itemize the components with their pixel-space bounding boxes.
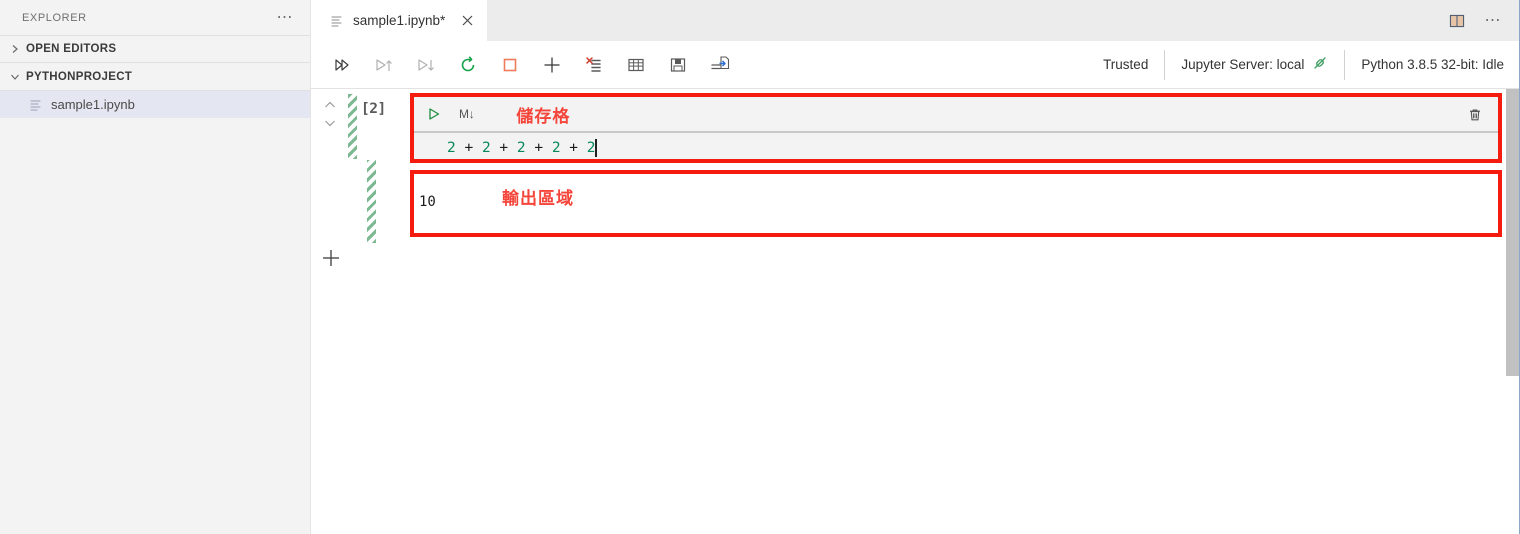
connected-plug-icon	[1312, 55, 1328, 74]
notebook-body: [2] M↓ 儲存格 2 + 2 + 2 + 2 + 2 10 輸出區域	[311, 89, 1520, 534]
explorer-header: EXPLORER ⋯	[0, 0, 310, 35]
notebook-toolbar-buttons	[311, 52, 733, 78]
chevron-right-icon	[6, 40, 24, 58]
tab-bar: sample1.ipynb* ⋯	[311, 0, 1520, 41]
kernel-label: Python 3.8.5 32-bit: Idle	[1361, 57, 1504, 72]
interrupt-kernel-button[interactable]	[497, 52, 523, 78]
chevron-down-icon[interactable]	[323, 114, 337, 132]
code-token: +	[455, 140, 482, 156]
restart-kernel-button[interactable]	[455, 52, 481, 78]
play-triangle-icon[interactable]	[423, 103, 445, 125]
split-editor-icon[interactable]	[1447, 11, 1467, 31]
output-region[interactable]: 10 輸出區域	[410, 170, 1502, 237]
code-token: 2	[586, 140, 596, 156]
ellipsis-icon[interactable]: ⋯	[277, 9, 299, 25]
run-above-button[interactable]	[371, 52, 397, 78]
code-token: 2	[481, 140, 491, 156]
tab-sample1-ipynb[interactable]: sample1.ipynb*	[311, 0, 488, 41]
vertical-scrollbar[interactable]	[1506, 89, 1520, 534]
execution-count-label: [2]	[361, 101, 386, 117]
jupyter-server-label: Jupyter Server: local	[1181, 57, 1305, 72]
notebook-file-icon	[28, 97, 44, 113]
code-cell[interactable]: M↓ 儲存格 2 + 2 + 2 + 2 + 2	[410, 93, 1502, 163]
tab-label: sample1.ipynb*	[353, 13, 446, 28]
cell-move-controls	[319, 96, 341, 132]
save-button[interactable]	[665, 52, 691, 78]
cell-language-badge[interactable]: M↓	[459, 107, 475, 121]
ellipsis-icon[interactable]: ⋯	[1485, 12, 1507, 28]
explorer-sidebar: EXPLORER ⋯ OPEN EDITORS PYTHONPROJECT sa…	[0, 0, 311, 534]
explorer-title: EXPLORER	[22, 11, 87, 24]
chevron-down-icon	[6, 68, 24, 86]
sidebar-item-sample1-ipynb[interactable]: sample1.ipynb	[0, 91, 310, 118]
jupyter-server-status[interactable]: Jupyter Server: local	[1164, 49, 1344, 80]
output-gutter	[367, 160, 376, 243]
vscode-window: EXPLORER ⋯ OPEN EDITORS PYTHONPROJECT sa…	[0, 0, 1520, 534]
code-token: 2	[551, 140, 561, 156]
chevron-up-icon[interactable]	[323, 96, 337, 114]
output-annotation-label: 輸出區域	[502, 189, 574, 209]
add-cell-below-button[interactable]	[319, 246, 343, 270]
variables-button[interactable]	[623, 52, 649, 78]
add-cell-button[interactable]	[539, 52, 565, 78]
cell-annotation-label: 儲存格	[516, 106, 571, 127]
code-token: 2	[447, 140, 456, 156]
code-editor-line[interactable]: 2 + 2 + 2 + 2 + 2	[414, 135, 1498, 161]
clear-outputs-button[interactable]	[581, 52, 607, 78]
notebook-file-icon	[329, 13, 345, 29]
cell-selected-gutter	[348, 94, 357, 159]
run-all-button[interactable]	[329, 52, 355, 78]
close-icon[interactable]	[457, 11, 477, 31]
code-token: +	[490, 140, 517, 156]
notebook-toolbar: Trusted Jupyter Server: local Python 3.8…	[311, 41, 1520, 89]
sidebar-section-label: OPEN EDITORS	[26, 43, 117, 55]
sidebar-section-label: PYTHONPROJECT	[26, 70, 133, 83]
kernel-status[interactable]: Python 3.8.5 32-bit: Idle	[1344, 49, 1520, 80]
trusted-label: Trusted	[1103, 57, 1149, 72]
export-button[interactable]	[707, 52, 733, 78]
sidebar-file-label: sample1.ipynb	[51, 97, 135, 112]
sidebar-section-pythonproject[interactable]: PYTHONPROJECT	[0, 63, 310, 91]
tab-bar-actions: ⋯	[1447, 0, 1520, 41]
notebook-status-area: Trusted Jupyter Server: local Python 3.8…	[1087, 49, 1520, 80]
editor-area: sample1.ipynb* ⋯ Trusted Jupyter Server:…	[311, 0, 1520, 534]
code-token: +	[525, 140, 552, 156]
sidebar-section-open-editors[interactable]: OPEN EDITORS	[0, 35, 310, 63]
cell-toolbar: M↓ 儲存格	[414, 97, 1498, 133]
text-cursor	[595, 139, 597, 157]
trusted-status[interactable]: Trusted	[1087, 50, 1164, 80]
output-value: 10	[419, 194, 436, 210]
vertical-scrollbar-thumb[interactable]	[1506, 89, 1519, 376]
code-token: 2	[516, 140, 526, 156]
code-token: +	[560, 140, 587, 156]
run-below-button[interactable]	[413, 52, 439, 78]
trash-icon[interactable]	[1464, 104, 1486, 126]
